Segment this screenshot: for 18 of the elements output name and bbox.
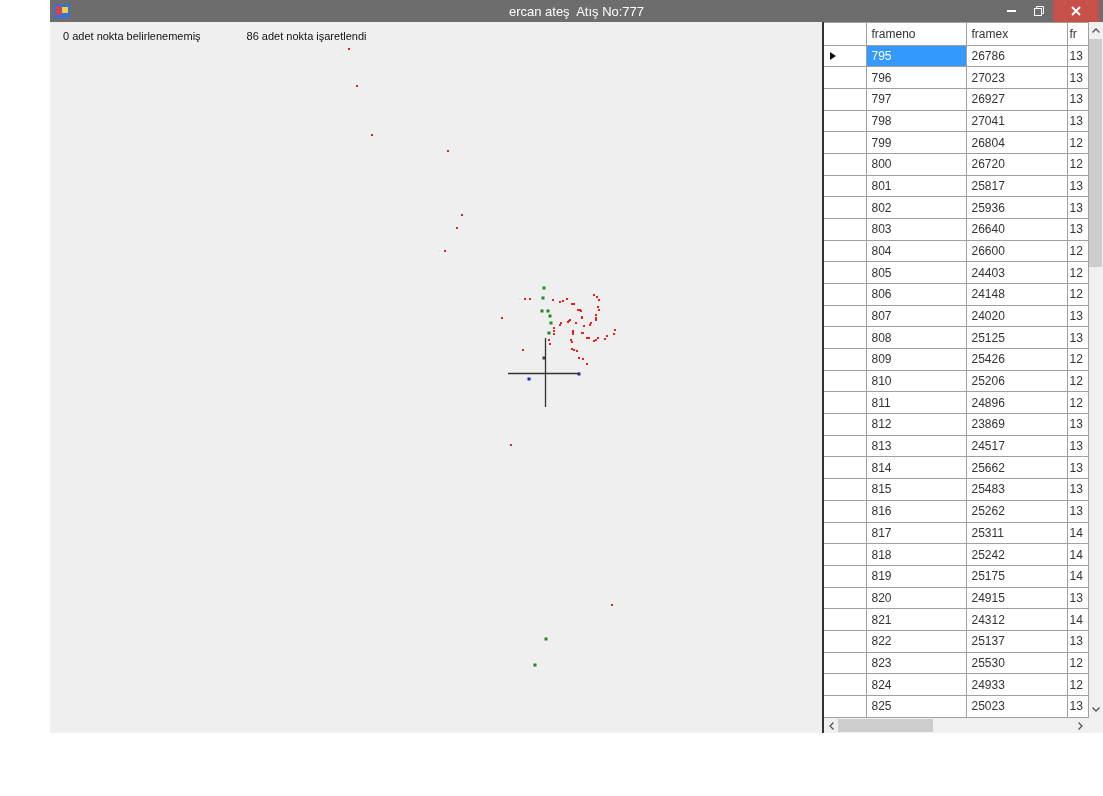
column-header[interactable]: fr <box>1067 22 1088 46</box>
column-header[interactable]: framex <box>966 22 1067 46</box>
app-icon <box>54 4 70 18</box>
current-row-icon <box>830 52 836 61</box>
close-icon <box>1071 6 1081 16</box>
scroll-up-icon[interactable] <box>1091 28 1100 33</box>
scroll-right-icon[interactable] <box>1078 721 1083 730</box>
close-button[interactable] <box>1053 0 1099 22</box>
restore-icon <box>1034 6 1044 16</box>
status-label: 0 adet nokta belirlenememiş <box>63 30 201 42</box>
status-label: 86 adet nokta işaretlendi <box>246 30 367 42</box>
scroll-left-icon[interactable] <box>829 721 834 730</box>
row-header[interactable] <box>824 45 866 67</box>
minimize-icon <box>1006 10 1016 12</box>
scroll-down-icon[interactable] <box>1091 707 1100 712</box>
column-header[interactable]: frameno <box>866 22 966 46</box>
window-title: ercan ateş Atış No:777 <box>508 4 645 19</box>
row-header-corner <box>824 22 866 46</box>
